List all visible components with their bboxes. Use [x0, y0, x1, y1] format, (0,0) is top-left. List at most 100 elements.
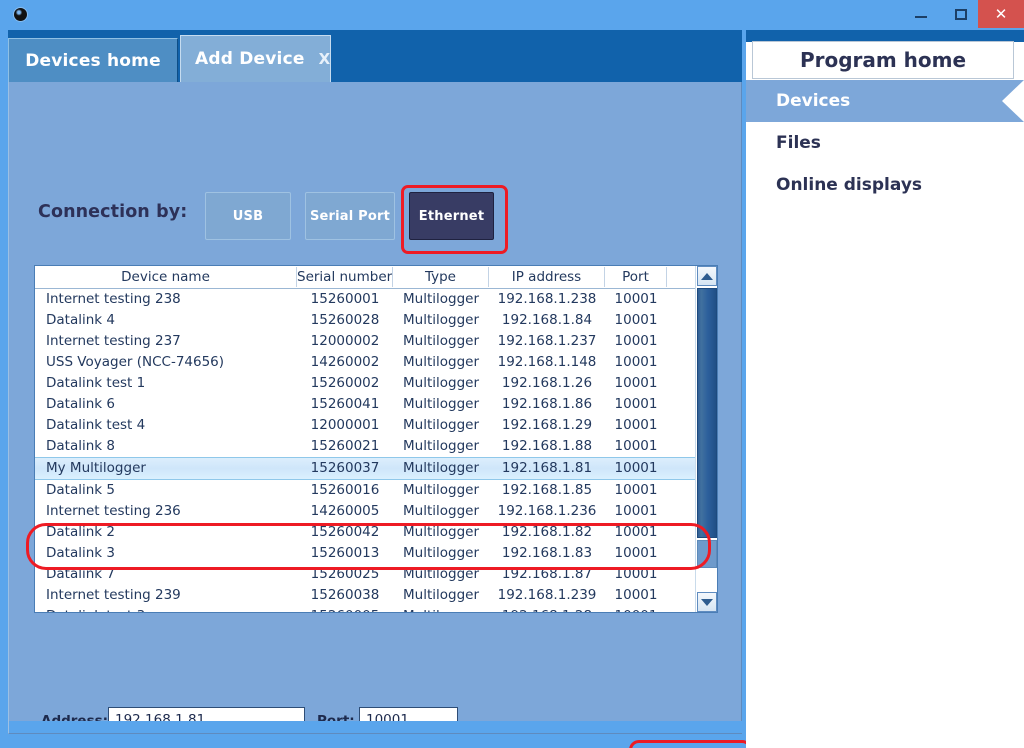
cell-port: 10001 — [614, 375, 658, 391]
sidebar-item-list: Devices Files Online displays — [746, 80, 1024, 206]
cell-device-name: USS Voyager (NCC-74656) — [46, 354, 225, 370]
cell-serial-number: 12000002 — [310, 333, 380, 349]
cell-device-type: Multilogger — [402, 482, 479, 498]
table-row[interactable]: Datalink test 315260005Multilogger192.16… — [35, 606, 695, 612]
table-row[interactable]: Internet testing 237 12000002 Multilogger 1… — [35, 331, 695, 352]
program-home-button[interactable]: Program home — [752, 41, 1014, 79]
cell-port: 10001 — [614, 417, 658, 433]
cell-serial-number: 15260028 — [310, 312, 380, 328]
cell-device-name: Datalink 8 — [46, 438, 115, 454]
cell-ip-address: 192.168.1.85 — [501, 482, 593, 498]
device-list[interactable]: Device name Serial number Type IP addres… — [34, 265, 718, 613]
cell-port: 10001 — [614, 438, 658, 454]
table-row[interactable]: USS Voyager (NCC-74656) 14260002 Multilogg… — [35, 352, 695, 373]
table-row[interactable]: Datalink 3 15260013 Multilogger 192.168.1.8… — [35, 543, 695, 564]
cell-device-type: Multilogger — [402, 375, 479, 391]
vertical-scrollbar[interactable] — [695, 266, 717, 612]
cell-spacer — [667, 436, 695, 457]
cell-serial-number: 15260038 — [310, 587, 380, 603]
cell-serial-number: 14260005 — [310, 503, 380, 519]
scrollbar-track[interactable] — [697, 287, 717, 591]
column-header-port[interactable]: Port — [605, 267, 667, 287]
cell-port: 10001 — [614, 312, 658, 328]
cell-ip-address: 192.168.1.148 — [497, 354, 597, 370]
table-row[interactable]: Datalink 6 15260041 Multilogger 192.168.1.8… — [35, 394, 695, 415]
connection-usb-button[interactable]: USB — [205, 192, 291, 240]
cell-device-name: Datalink test 1 — [46, 375, 146, 391]
cell-device-name: Datalink 3 — [46, 545, 115, 561]
table-row[interactable]: Datalink 8 15260021 Multilogger 192.168.1.8… — [35, 436, 695, 457]
table-row[interactable]: Datalink 2 15260042 Multilogger 192.168.1.8… — [35, 522, 695, 543]
column-header-ip-address[interactable]: IP address — [489, 267, 605, 287]
app-dot-icon — [14, 8, 27, 21]
cell-ip-address: 192.168.1.86 — [501, 396, 593, 412]
cell-ip-address: 192.168.1.83 — [501, 545, 593, 561]
scroll-up-button[interactable] — [697, 266, 717, 286]
table-header-row: Device name Serial number Type IP addres… — [35, 266, 695, 289]
cell-spacer — [667, 606, 695, 612]
cell-device-type: Multilogger — [402, 566, 479, 582]
table-row[interactable]: My Multilogger 15260037 Multilogger 192.168… — [35, 457, 695, 480]
application-window: ✕ Devices home Add Device X Connection b… — [0, 0, 1024, 748]
scroll-down-button[interactable] — [697, 592, 717, 612]
scroll-up-arrow-icon — [701, 272, 713, 280]
cell-device-type: Multilogger — [402, 291, 479, 307]
cell-ip-address: 192.168.1.239 — [497, 587, 597, 603]
cell-port: 10001 — [614, 291, 658, 307]
sidebar-item-files[interactable]: Files — [746, 122, 1024, 164]
connection-ethernet-button[interactable]: Ethernet — [409, 192, 494, 240]
table-row[interactable]: Datalink test 1 15260002 Multilogger 192.16… — [35, 373, 695, 394]
tab-add-device[interactable]: Add Device X — [180, 35, 331, 82]
cell-ip-address: 192.168.1.81 — [501, 460, 593, 476]
cell-device-name: Datalink test 3 — [35, 606, 297, 612]
tab-devices-home[interactable]: Devices home — [8, 38, 178, 82]
cell-serial-number: 15260016 — [310, 482, 380, 498]
sidebar-item-online-displays[interactable]: Online displays — [746, 164, 1024, 206]
device-table: Device name Serial number Type IP addres… — [35, 266, 695, 612]
cell-device-name: Internet testing 238 — [46, 291, 181, 307]
sidebar-item-label: Files — [776, 133, 821, 153]
table-row[interactable]: Datalink 4 15260028 Multilogger 192.168.1.8… — [35, 310, 695, 331]
table-row[interactable]: Internet testing 236 14260005 Multilogger 1… — [35, 501, 695, 522]
table-row[interactable]: Internet testing 238 15260001 Multilogger 1… — [35, 289, 695, 310]
cell-ip-address: 192.168.1.26 — [501, 375, 593, 391]
table-row[interactable]: Datalink test 4 12000001 Multilogger 192.16… — [35, 415, 695, 436]
cell-spacer — [667, 564, 695, 585]
table-row[interactable]: Internet testing 239 15260038 Multilogger 1… — [35, 585, 695, 606]
maximize-button[interactable] — [940, 0, 982, 28]
cell-serial-number: 15260041 — [310, 396, 380, 412]
column-header-type[interactable]: Type — [393, 267, 489, 287]
cell-port: 10001 — [614, 482, 658, 498]
close-window-button[interactable]: ✕ — [978, 0, 1024, 28]
minimize-button[interactable] — [900, 0, 942, 28]
cell-serial-number: 12000001 — [310, 417, 380, 433]
tab-add-device-label: Add Device — [195, 49, 305, 69]
cell-device-type: Multilogger — [402, 460, 479, 476]
window-bottom-strip — [9, 721, 755, 733]
sidebar-item-devices[interactable]: Devices — [746, 80, 1024, 122]
column-header-serial-number[interactable]: Serial number — [297, 267, 393, 287]
scrollbar-thumb[interactable] — [697, 288, 717, 538]
cell-serial-number: 15260037 — [310, 460, 380, 476]
connection-serial-port-button[interactable]: Serial Port — [305, 192, 395, 240]
cell-serial-number: 15260025 — [310, 566, 380, 582]
table-row[interactable]: Datalink 5 15260016 Multilogger 192.168.1.8… — [35, 480, 695, 501]
title-bar: ✕ — [0, 0, 1024, 28]
program-home-label: Program home — [799, 48, 967, 72]
connection-ethernet-label: Ethernet — [418, 208, 485, 224]
cell-device-type: Multilogger — [402, 587, 479, 603]
column-header-device-name[interactable]: Device name — [35, 267, 297, 287]
cell-ip-address: 192.168.1.28 — [489, 606, 605, 612]
cell-device-name: Datalink 4 — [46, 312, 115, 328]
cell-serial-number: 15260005 — [297, 606, 393, 612]
scrollbar-thumb-lower[interactable] — [697, 540, 717, 568]
cell-spacer — [667, 585, 695, 606]
cell-port: 10001 — [605, 606, 667, 612]
cell-ip-address: 192.168.1.236 — [497, 503, 597, 519]
cell-port: 10001 — [614, 460, 658, 476]
cell-serial-number: 15260001 — [310, 291, 380, 307]
cell-device-type: Multilogger — [402, 545, 479, 561]
column-header-spacer — [667, 267, 695, 287]
tab-close-icon[interactable]: X — [319, 50, 331, 68]
table-row[interactable]: Datalink 7 15260025 Multilogger 192.168.1.8… — [35, 564, 695, 585]
